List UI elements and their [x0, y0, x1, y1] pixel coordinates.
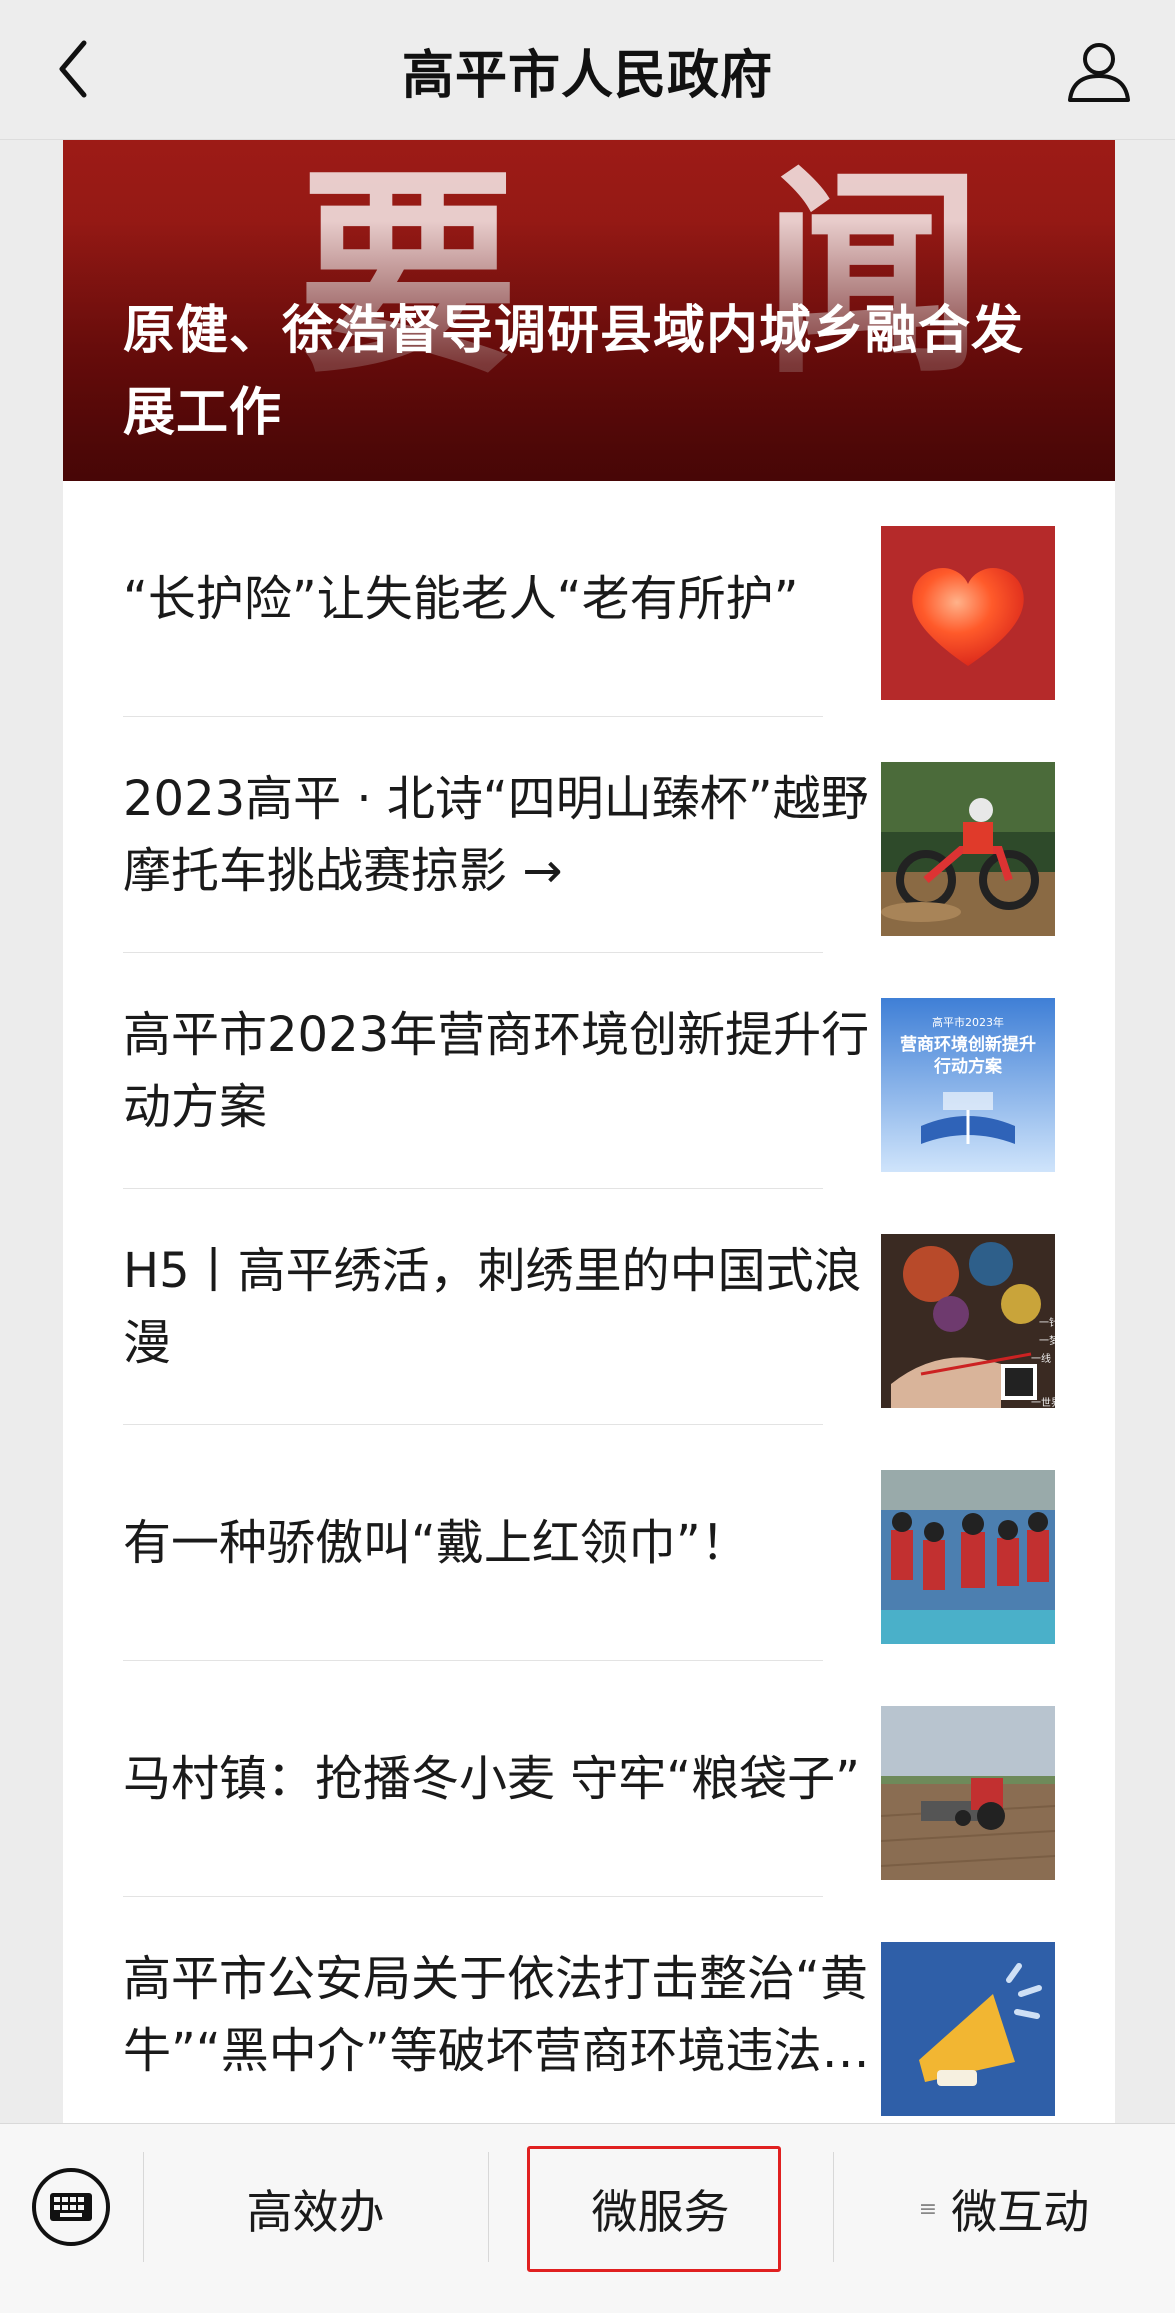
tractor-image[interactable] [881, 1706, 1055, 1880]
article-list-container: 要 闻 原健、徐浩督导调研县域内城乡融合发展工作 “长护险”让失能老人“老有所护… [63, 140, 1115, 2140]
top-nav-bar: 高平市人民政府 [0, 0, 1175, 140]
news-title[interactable]: H5丨高平绣活，刺绣里的中国式浪漫 [123, 1235, 888, 1379]
news-item[interactable]: 有一种骄傲叫“戴上红领巾”！ [63, 1425, 1115, 1661]
profile-button[interactable] [1063, 35, 1135, 107]
news-item[interactable]: 高平市公安局关于依法打击整治“黄牛”“黑中介”等破坏营商环境违法犯罪的通告 [63, 1897, 1115, 2133]
students-image[interactable] [881, 1470, 1055, 1644]
poster-line-3: 行动方案 [933, 1056, 1003, 1077]
motocross-image[interactable] [881, 762, 1055, 936]
menu-efficient-service[interactable]: 高效办 [143, 2144, 488, 2274]
embroidery-text-b: 一梦境 [1039, 1334, 1055, 1347]
menu-label: 高效办 [246, 2185, 385, 2239]
news-item[interactable]: 2023高平 · 北诗“四明山臻杯”越野摩托车挑战赛掠影 → [63, 717, 1115, 953]
news-title[interactable]: “长护险”让失能老人“老有所护” [123, 563, 798, 635]
embroidery-text-a: 一针 [1039, 1316, 1055, 1329]
menu-micro-interaction[interactable]: ≡ 微互动 [833, 2144, 1175, 2274]
keyboard-icon [32, 2168, 110, 2246]
business-environment-poster[interactable]: 高平市2023年 营商环境创新提升 行动方案 [881, 998, 1055, 1172]
headline-title[interactable]: 原健、徐浩督导调研县域内城乡融合发展工作 [123, 290, 1055, 454]
keyboard-toggle-button[interactable] [30, 2166, 112, 2248]
menu-label: 微互动 [951, 2185, 1090, 2239]
poster-line-2: 营商环境创新提升 [900, 1034, 1036, 1055]
page-title: 高平市人民政府 [401, 45, 773, 106]
bottom-menu-bar: 高效办 微服务 ≡ 微互动 [0, 2123, 1175, 2313]
embroidery-text-d: 一世界 [1031, 1397, 1055, 1408]
selection-highlight [527, 2146, 781, 2272]
news-item[interactable]: 马村镇：抢播冬小麦 守牢“粮袋子” [63, 1661, 1115, 1897]
submenu-icon: ≡ [918, 2196, 938, 2222]
embroidery-image[interactable]: 一针 一梦境 一线 一世界 [881, 1234, 1055, 1408]
heart-image[interactable] [881, 526, 1055, 700]
poster-line-1: 高平市2023年 [932, 1015, 1004, 1029]
news-item[interactable]: “长护险”让失能老人“老有所护” [63, 481, 1115, 717]
news-item[interactable]: H5丨高平绣活，刺绣里的中国式浪漫 一针 一梦境 一线 一世界 [63, 1189, 1115, 1425]
news-title[interactable]: 高平市公安局关于依法打击整治“黄牛”“黑中介”等破坏营商环境违法犯罪的通告 [123, 1943, 888, 2087]
news-title[interactable]: 马村镇：抢播冬小麦 守牢“粮袋子” [123, 1743, 860, 1815]
news-item[interactable]: 高平市2023年营商环境创新提升行动方案 高平市2023年 营商环境创新提升 行… [63, 953, 1115, 1189]
megaphone-image[interactable] [881, 1942, 1055, 2116]
news-list: “长护险”让失能老人“老有所护” 2023高平 · 北诗“四明山臻杯”越野摩托车… [63, 481, 1115, 2133]
news-title[interactable]: 高平市2023年营商环境创新提升行动方案 [123, 999, 888, 1143]
embroidery-text-c: 一线 [1031, 1352, 1051, 1365]
headline-banner[interactable]: 要 闻 原健、徐浩督导调研县域内城乡融合发展工作 [63, 140, 1115, 481]
news-title[interactable]: 2023高平 · 北诗“四明山臻杯”越野摩托车挑战赛掠影 → [123, 763, 888, 907]
news-title[interactable]: 有一种骄傲叫“戴上红领巾”！ [123, 1507, 749, 1579]
user-icon [1068, 43, 1130, 102]
